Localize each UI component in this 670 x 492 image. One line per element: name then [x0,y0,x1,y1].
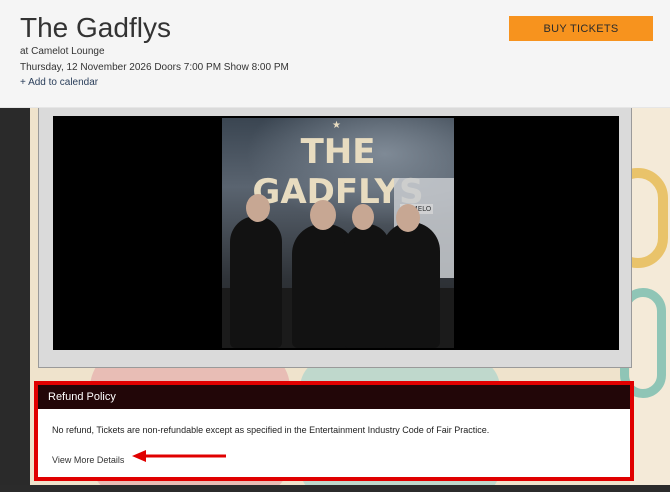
event-image-card: ★ THE GADFLYS CAMELO [38,108,632,368]
event-datetime: Thursday, 12 November 2026 Doors 7:00 PM… [20,62,289,73]
event-title: The Gadflys [20,12,171,43]
refund-policy-panel: Refund Policy No refund, Tickets are non… [34,381,634,481]
band-poster-image: ★ THE GADFLYS CAMELO [222,118,454,348]
star-icon: ★ [332,120,341,131]
page-bottom-strip [0,485,670,492]
band-member [230,216,282,348]
arrow-left-icon [132,450,226,462]
band-member-head [310,200,336,230]
event-header: The Gadflys at Camelot Lounge Thursday, … [0,0,670,108]
background-left-panel [0,108,30,492]
event-image-frame: ★ THE GADFLYS CAMELO [53,116,619,350]
band-member-head [352,204,374,230]
band-member-head [246,194,270,222]
refund-policy-text: No refund, Tickets are non-refundable ex… [52,425,490,435]
buy-tickets-button[interactable]: BUY TICKETS [509,16,653,41]
band-member [382,222,440,348]
view-more-details-link[interactable]: View More Details [52,455,124,465]
refund-policy-heading: Refund Policy [38,385,630,409]
band-member-head [396,204,420,232]
venue-name: at Camelot Lounge [20,46,105,57]
add-to-calendar-link[interactable]: + Add to calendar [20,77,98,88]
